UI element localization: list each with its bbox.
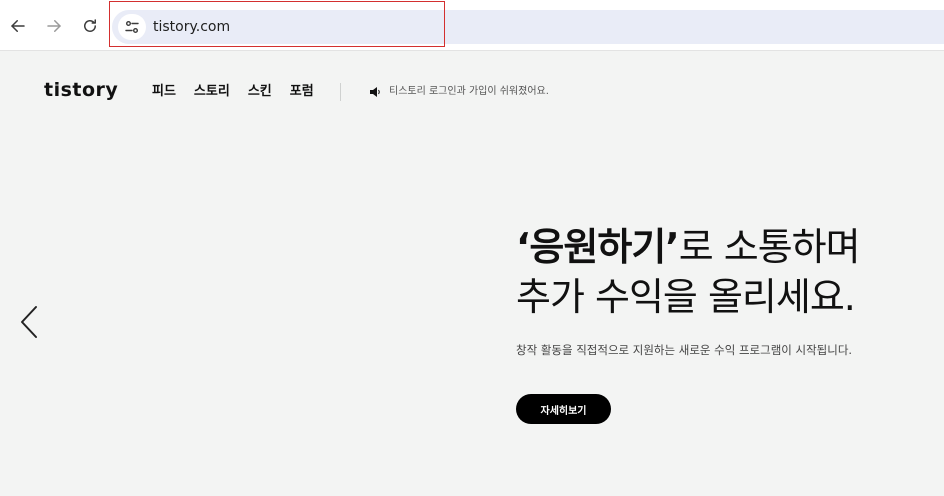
forward-arrow-icon [47, 20, 61, 32]
notice-text: 티스토리 로그인과 가입이 쉬워졌어요. [389, 86, 549, 97]
hero-title-rest: 로 소통하며 [678, 225, 861, 269]
url-text[interactable]: tistory.com [153, 18, 230, 36]
site-settings-button[interactable] [118, 14, 146, 40]
browser-toolbar: tistory.com [0, 0, 944, 51]
nav-item-feed[interactable]: 피드 [152, 84, 176, 100]
view-details-button[interactable]: 자세히보기 [516, 394, 611, 424]
nav-item-skin[interactable]: 스킨 [248, 84, 272, 100]
back-button[interactable] [5, 13, 31, 39]
nav-item-story[interactable]: 스토리 [194, 84, 230, 100]
hero-title-strong: ‘응원하기’ [516, 225, 680, 269]
hero-description: 창작 활동을 직접적으로 지원하는 새로운 수익 프로그램이 시작됩니다. [516, 343, 853, 357]
forward-button[interactable] [41, 13, 67, 39]
hero-title-line-2: 추가 수익을 올리세요. [516, 275, 856, 319]
chevron-left-icon [21, 306, 37, 338]
site-settings-icon [125, 21, 139, 33]
reload-button[interactable] [77, 13, 103, 39]
main-nav: 피드 스토리 스킨 포럼 [152, 84, 332, 100]
header-divider [340, 83, 341, 101]
back-arrow-icon [11, 20, 25, 32]
hero-title-line-1: ‘응원하기’로 소통하며 [516, 222, 861, 272]
notice-banner[interactable]: 티스토리 로그인과 가입이 쉬워졌어요. [369, 85, 549, 99]
hero-title: ‘응원하기’로 소통하며 추가 수익을 올리세요. [516, 222, 861, 322]
speaker-icon [370, 87, 380, 97]
carousel-prev-button[interactable] [16, 304, 42, 340]
address-bar[interactable] [112, 10, 944, 44]
reload-icon [84, 19, 96, 32]
tistory-logo[interactable]: tistory [44, 79, 118, 101]
nav-item-forum[interactable]: 포럼 [290, 84, 314, 100]
